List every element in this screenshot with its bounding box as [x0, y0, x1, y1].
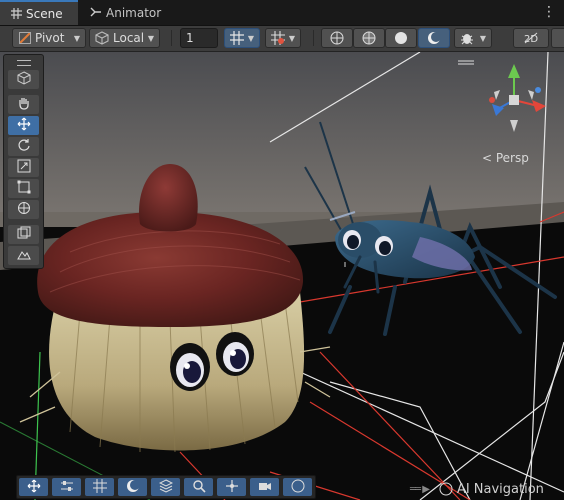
projection-label[interactable]: < Persp	[482, 151, 529, 165]
tab-scene-label: Scene	[26, 6, 63, 21]
pivot-label: Pivot	[35, 31, 65, 45]
grid-icon	[10, 8, 22, 20]
pivot-icon	[19, 32, 31, 44]
chevron-down-icon: ▼	[247, 33, 254, 43]
more-options-icon[interactable]: ⋮	[542, 4, 556, 20]
svg-text:2D: 2D	[524, 34, 538, 45]
rect-tool-button[interactable]	[8, 179, 39, 198]
cube-icon	[17, 71, 31, 88]
local-dropdown[interactable]: Local ▼	[89, 28, 160, 48]
moon-sphere-icon	[126, 479, 140, 496]
rotate-icon	[17, 138, 31, 155]
scale-icon	[17, 159, 31, 176]
grid-snap-toggle[interactable]: ▼	[224, 28, 260, 48]
compass-icon	[439, 482, 453, 496]
tab-scene[interactable]: Scene	[0, 0, 78, 25]
layers-icon	[158, 478, 173, 496]
unlit-button[interactable]	[418, 28, 450, 48]
audio-toggle[interactable]	[551, 28, 564, 48]
tab-animator[interactable]: Animator	[80, 0, 170, 25]
chevron-down-icon: ▼	[479, 33, 486, 43]
transform-tool-button[interactable]	[8, 200, 39, 219]
move-arrows-icon	[17, 117, 31, 134]
overlay-toolbar	[16, 475, 316, 499]
camera-button[interactable]	[250, 478, 279, 496]
layers-button[interactable]	[151, 478, 180, 496]
toolbar-separator	[313, 30, 314, 46]
grid-size-value: 1	[186, 31, 194, 45]
orientation-gizmo[interactable]	[474, 60, 556, 140]
ai-navigation-overlay[interactable]: ══ ▶ AI Navigation	[410, 480, 544, 498]
cube-icon	[95, 31, 109, 45]
grid-snap-icon	[92, 478, 107, 496]
compass-icon	[291, 479, 305, 496]
sliders-icon	[60, 479, 74, 496]
editor-tool-button[interactable]	[8, 246, 39, 265]
move-arrows-icon	[225, 479, 239, 496]
grip-icon: ══ ▶	[410, 483, 430, 495]
custom-tool-icon	[17, 226, 31, 243]
shaded-wireframe-button[interactable]	[353, 28, 385, 48]
view-tool-button[interactable]	[8, 70, 39, 89]
pivot-dropdown[interactable]: Pivot ▼	[12, 28, 86, 48]
animator-icon	[90, 7, 102, 19]
shaded-wire-sphere-icon	[362, 31, 376, 45]
panel-drag-handle[interactable]	[17, 60, 31, 66]
tab-animator-label: Animator	[106, 5, 162, 20]
moon-sphere-icon	[427, 31, 441, 45]
terrain-icon	[16, 247, 31, 264]
custom-tool-button[interactable]	[8, 225, 39, 244]
hand-tool-button[interactable]	[8, 95, 39, 114]
ai-navigation-label: AI Navigation	[456, 481, 544, 497]
solid-sphere-icon	[394, 31, 408, 45]
2d-toggle[interactable]: 2D	[513, 28, 549, 48]
toolbar-separator	[171, 30, 172, 46]
increment-snap-toggle[interactable]: ▼	[265, 28, 301, 48]
chevron-down-icon: ▼	[288, 33, 295, 43]
local-label: Local	[113, 31, 145, 45]
scene-toolbar: Pivot ▼ Local ▼ 1 ▼ ▼ ▼ 2D	[0, 26, 564, 52]
grid-snap-icon	[230, 31, 244, 45]
search-icon	[192, 479, 206, 496]
shaded-button[interactable]	[385, 28, 417, 48]
tool-settings-button[interactable]	[52, 478, 81, 496]
wireframe-shading-button[interactable]	[321, 28, 353, 48]
increment-snap-icon	[271, 31, 285, 45]
chevron-down-icon: ▼	[147, 33, 154, 43]
debug-draw-dropdown[interactable]: ▼	[454, 28, 492, 48]
view-options-button[interactable]	[118, 478, 147, 496]
camera-icon	[258, 479, 272, 496]
orientation-button[interactable]	[217, 478, 246, 496]
tab-bar: Scene Animator ⋮	[0, 0, 564, 26]
scale-tool-button[interactable]	[8, 158, 39, 177]
rect-transform-icon	[17, 180, 31, 197]
move-overlay-button[interactable]	[19, 478, 48, 496]
hand-icon	[17, 96, 31, 113]
move-arrows-icon	[27, 479, 41, 496]
wireframe-sphere-icon	[330, 31, 344, 45]
tools-overlay-panel	[3, 54, 44, 269]
move-tool-button[interactable]	[8, 116, 39, 135]
rotate-tool-button[interactable]	[8, 137, 39, 156]
search-button[interactable]	[184, 478, 213, 496]
grid-snapping-button[interactable]	[85, 478, 114, 496]
navigation-button[interactable]	[283, 478, 312, 496]
chevron-down-icon: ▼	[73, 33, 80, 43]
grid-size-field[interactable]: 1	[180, 28, 218, 48]
bug-icon	[460, 31, 474, 45]
transform-icon	[17, 201, 31, 218]
2d-icon: 2D	[523, 31, 539, 45]
